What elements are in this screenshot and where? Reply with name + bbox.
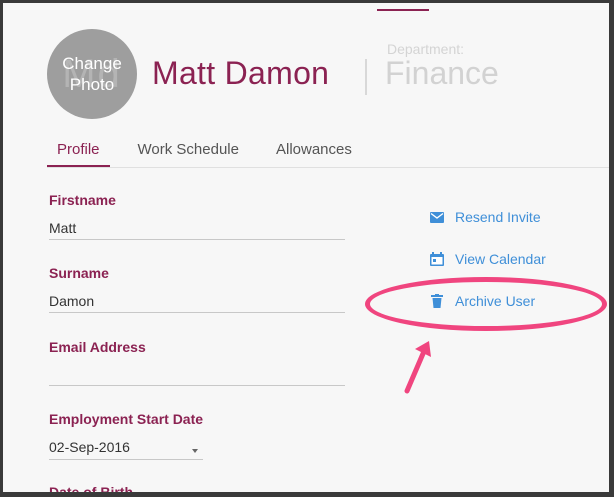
tabs-divider — [47, 167, 609, 168]
profile-window: Md Change Photo Matt Damon Department: F… — [3, 3, 609, 492]
department-value: Finance — [385, 55, 499, 91]
tab-allowances[interactable]: Allowances — [276, 139, 352, 167]
chevron-down-icon[interactable] — [192, 449, 198, 453]
resend-invite-button[interactable]: Resend Invite — [429, 209, 541, 225]
firstname-underline — [49, 239, 345, 240]
resend-invite-label: Resend Invite — [455, 209, 541, 225]
start-date-label: Employment Start Date — [49, 411, 204, 427]
email-label: Email Address — [49, 339, 146, 355]
surname-label: Surname — [49, 265, 109, 281]
start-date-select[interactable]: 02-Sep-2016 — [49, 439, 130, 455]
email-field[interactable] — [49, 367, 345, 385]
tab-profile[interactable]: Profile — [47, 139, 110, 167]
change-photo-button[interactable]: Md Change Photo — [47, 29, 137, 119]
firstname-label: Firstname — [49, 192, 116, 208]
email-underline — [49, 385, 345, 386]
surname-underline — [49, 312, 345, 313]
profile-tabs: Profile Work Schedule Allowances — [47, 139, 389, 169]
view-calendar-label: View Calendar — [455, 251, 546, 267]
top-accent-bar — [377, 9, 429, 11]
view-calendar-button[interactable]: View Calendar — [429, 251, 546, 267]
header-divider — [365, 59, 367, 95]
user-name: Matt Damon — [152, 55, 330, 91]
change-photo-label: Change Photo — [62, 54, 122, 94]
start-date-underline — [49, 459, 203, 460]
calendar-icon — [429, 251, 445, 267]
annotation-highlight-ellipse — [365, 277, 607, 331]
surname-field[interactable]: Damon — [49, 293, 94, 309]
tab-work-schedule[interactable]: Work Schedule — [138, 139, 239, 167]
dob-label: Date of Birth — [49, 484, 133, 492]
envelope-icon — [429, 209, 445, 225]
annotation-arrow-icon — [404, 341, 431, 394]
firstname-field[interactable]: Matt — [49, 220, 76, 236]
